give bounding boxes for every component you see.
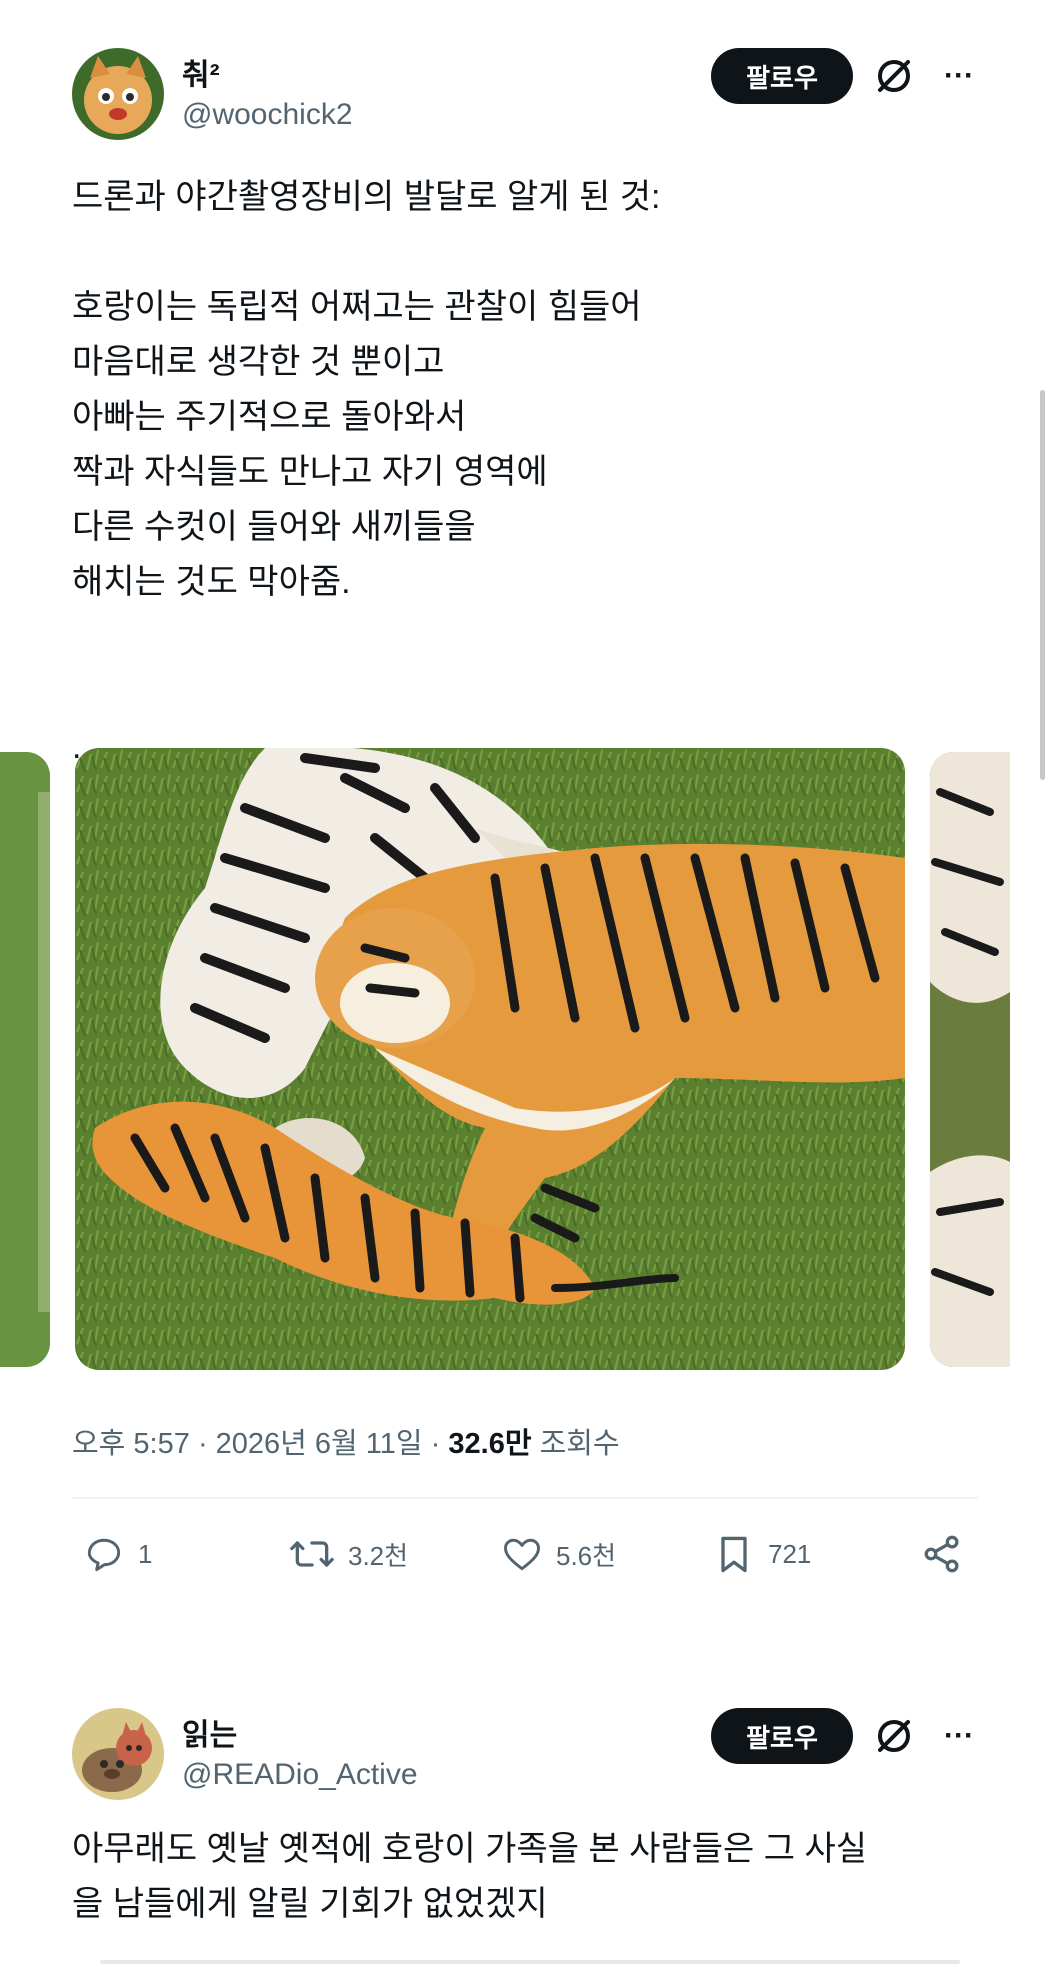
reply-follow-button[interactable]: 팔로우	[711, 1708, 853, 1764]
carousel-prev-peek[interactable]	[0, 752, 50, 1367]
reply-icon	[87, 1538, 121, 1572]
author-handle[interactable]: @woochick2	[182, 98, 353, 132]
grok-icon[interactable]	[870, 1712, 918, 1760]
grok-icon[interactable]	[870, 52, 918, 100]
post-date[interactable]: 2026년 6월 11일	[216, 1428, 423, 1460]
more-icon[interactable]: ···	[935, 1712, 983, 1760]
scrollbar-thumb[interactable]	[1040, 390, 1045, 780]
post-time: 오후 5:57	[72, 1428, 190, 1460]
bookmark-icon	[721, 1536, 747, 1573]
reply-author-name[interactable]: 읽는	[182, 1710, 237, 1754]
share-button[interactable]	[918, 1530, 966, 1578]
meta-separator: ·	[197, 1428, 208, 1460]
post-photo-tigers[interactable]	[75, 748, 905, 1370]
next-card-edge	[100, 1960, 960, 1964]
retweet-icon	[290, 1541, 334, 1567]
bookmark-button[interactable]: 721	[712, 1530, 811, 1578]
views-count: 32.6만	[448, 1428, 532, 1460]
post-text: 드론과 야간촬영장비의 발달로 알게 된 것: 호랑이는 독립적 어쩌고는 관찰…	[72, 178, 661, 766]
like-icon	[504, 1538, 540, 1571]
views-label: 조회수	[539, 1428, 620, 1460]
share-icon	[924, 1535, 959, 1573]
meta-separator: ·	[430, 1428, 441, 1460]
retweet-count: 3.2천	[348, 1540, 409, 1571]
reply-text: 아무래도 옛날 옛적에 호랑이 가족을 본 사람들은 그 사실 을 남들에게 알…	[72, 1830, 868, 1923]
more-icon[interactable]: ···	[935, 52, 983, 100]
post-meta: 오후 5:57 · 2026년 6월 11일 · 32.6만 조회수	[72, 1420, 620, 1462]
like-count: 5.6천	[556, 1540, 617, 1571]
follow-button[interactable]: 팔로우	[711, 48, 853, 104]
author-avatar[interactable]	[72, 48, 164, 140]
reply-count: 1	[138, 1538, 153, 1569]
carousel-next-peek[interactable]	[930, 752, 1010, 1367]
reply-author-handle[interactable]: @READio_Active	[182, 1758, 418, 1792]
like-button[interactable]: 5.6천	[500, 1530, 616, 1578]
retweet-button[interactable]: 3.2천	[288, 1530, 408, 1578]
reply-author-avatar[interactable]	[72, 1708, 164, 1800]
author-name[interactable]: 춰²	[182, 50, 220, 94]
bookmark-count: 721	[768, 1538, 812, 1569]
reply-button[interactable]: 1	[82, 1530, 152, 1578]
divider	[72, 1497, 978, 1499]
